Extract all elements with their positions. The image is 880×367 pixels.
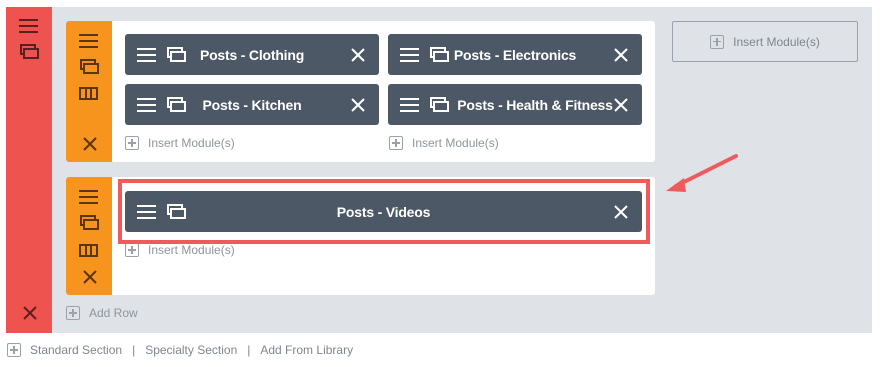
duplicate-icon[interactable] <box>430 34 450 75</box>
insert-module-button[interactable]: Insert Module(s) <box>672 21 858 62</box>
close-icon[interactable] <box>614 34 628 75</box>
module-title: Posts - Clothing <box>199 46 305 63</box>
hamburger-icon[interactable] <box>400 34 420 75</box>
separator: | <box>132 343 136 357</box>
plus-icon <box>389 136 403 150</box>
row-2-settings-bar <box>66 177 112 295</box>
duplicate-icon[interactable] <box>20 44 40 60</box>
insert-module-link[interactable]: Insert Module(s) <box>389 136 499 150</box>
insert-module-label: Insert Module(s) <box>148 136 235 150</box>
close-icon[interactable] <box>82 136 98 152</box>
row-1-settings-bar <box>66 21 112 162</box>
module-posts-kitchen[interactable]: Posts - Kitchen <box>125 84 379 125</box>
hamburger-icon[interactable] <box>400 84 420 125</box>
module-title: Posts - Health & Fitness <box>457 96 613 113</box>
specialty-section-link[interactable]: Specialty Section <box>145 343 237 357</box>
plus-icon <box>125 136 139 150</box>
close-icon[interactable] <box>351 84 365 125</box>
plus-icon <box>7 343 21 357</box>
separator: | <box>247 343 251 357</box>
add-row-link[interactable]: Add Row <box>66 306 138 320</box>
duplicate-icon[interactable] <box>80 59 100 75</box>
standard-section-link[interactable]: Standard Section <box>30 343 122 357</box>
hamburger-icon[interactable] <box>79 189 99 205</box>
plus-icon <box>66 306 80 320</box>
hamburger-icon[interactable] <box>19 18 39 34</box>
hamburger-icon[interactable] <box>137 34 157 75</box>
add-from-library-link[interactable]: Add From Library <box>260 343 353 357</box>
insert-module-label: Insert Module(s) <box>733 34 820 49</box>
insert-module-link[interactable]: Insert Module(s) <box>125 136 235 150</box>
duplicate-icon[interactable] <box>430 84 450 125</box>
duplicate-icon[interactable] <box>80 215 100 231</box>
plus-icon <box>125 243 139 257</box>
hamburger-icon[interactable] <box>79 33 99 49</box>
insert-module-link[interactable]: Insert Module(s) <box>125 243 235 257</box>
module-title: Posts - Kitchen <box>202 96 302 113</box>
close-icon[interactable] <box>614 84 628 125</box>
close-icon[interactable] <box>351 34 365 75</box>
plus-icon <box>710 34 725 49</box>
arrow-annotation-icon <box>666 154 738 192</box>
close-icon[interactable] <box>22 305 38 321</box>
add-row-label: Add Row <box>89 306 138 320</box>
module-posts-electronics[interactable]: Posts - Electronics <box>388 34 642 75</box>
columns-icon[interactable] <box>79 87 99 101</box>
close-icon[interactable] <box>82 269 98 285</box>
section-footer: Standard Section | Specialty Section | A… <box>7 343 353 357</box>
duplicate-icon[interactable] <box>167 84 187 125</box>
hamburger-icon[interactable] <box>137 84 157 125</box>
highlight-box <box>118 179 650 244</box>
duplicate-icon[interactable] <box>167 34 187 75</box>
insert-module-label: Insert Module(s) <box>148 243 235 257</box>
module-posts-health-fitness[interactable]: Posts - Health & Fitness <box>388 84 642 125</box>
module-title: Posts - Electronics <box>453 46 577 63</box>
columns-icon[interactable] <box>79 244 99 258</box>
section-settings-bar <box>6 7 52 333</box>
insert-module-label: Insert Module(s) <box>412 136 499 150</box>
module-posts-clothing[interactable]: Posts - Clothing <box>125 34 379 75</box>
